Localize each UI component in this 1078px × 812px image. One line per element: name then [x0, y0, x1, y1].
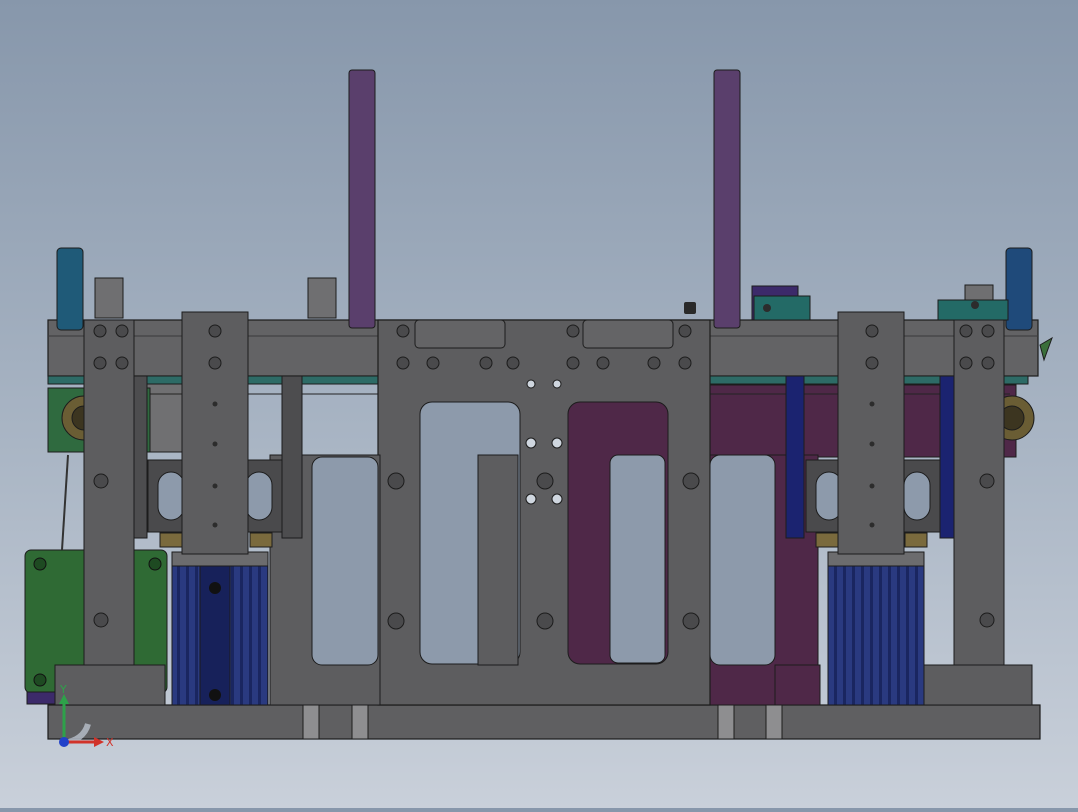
- guide-rods: [348, 69, 741, 329]
- base-plate: [47, 704, 1041, 740]
- center-plate: [377, 319, 711, 706]
- y-axis-label: Y: [59, 684, 67, 696]
- z-axis-dot: [59, 737, 69, 747]
- coordinate-triad: Y X: [59, 684, 114, 749]
- x-axis-head: [94, 737, 104, 747]
- cad-viewport[interactable]: Y X: [0, 0, 1078, 808]
- assembly-model[interactable]: [0, 0, 1078, 808]
- x-axis-label: X: [106, 736, 114, 749]
